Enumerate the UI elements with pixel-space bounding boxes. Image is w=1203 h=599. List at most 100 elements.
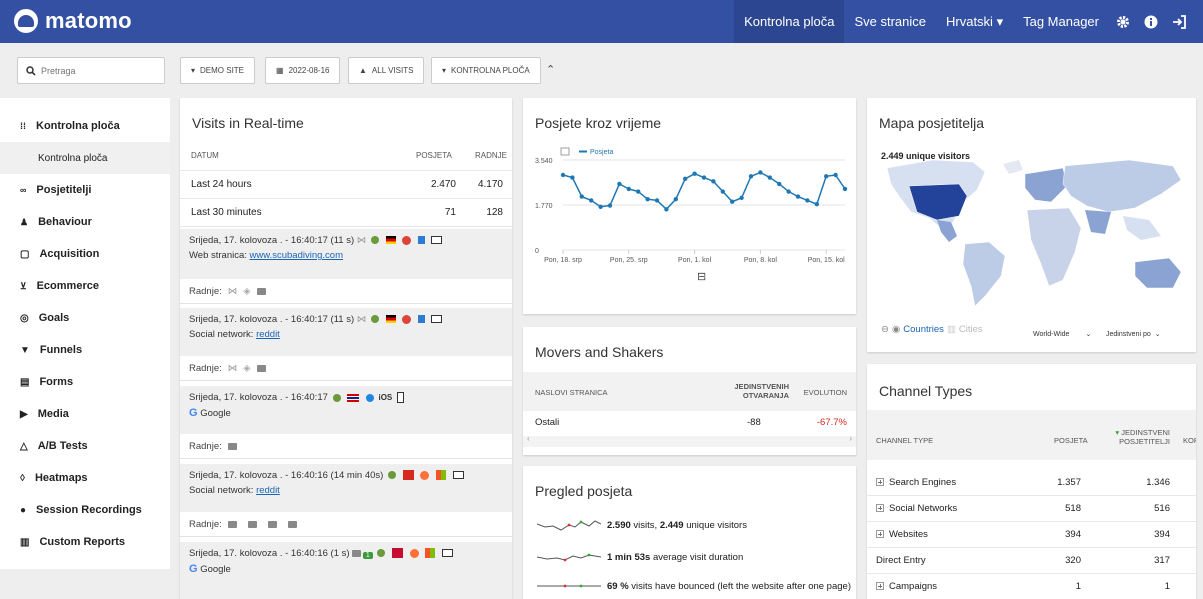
metric-select[interactable]: Jedinstveni po ⌄ — [1106, 326, 1161, 342]
col-channel-type[interactable]: CHANNEL TYPE — [876, 436, 933, 445]
data-point[interactable] — [842, 186, 848, 192]
sidebar-item-ecommerce[interactable]: ⊻ Ecommerce — [0, 270, 170, 302]
data-point[interactable] — [683, 176, 688, 182]
sidebar-item-custom-reports[interactable]: ▥ Custom Reports — [0, 526, 170, 558]
data-point[interactable] — [570, 175, 575, 180]
table-row[interactable]: Websites 394 394 — [867, 522, 1196, 548]
nav-all-websites[interactable]: Sve stranice — [844, 0, 936, 43]
annotation-icon[interactable]: ⊟ — [697, 270, 706, 283]
horizontal-scrollbar[interactable]: ‹ › — [523, 434, 856, 447]
zoom-out-icon[interactable]: ⊖ — [881, 324, 889, 335]
event-icon[interactable]: ◈ — [243, 286, 250, 297]
col-unique-visitors[interactable]: ▾ JEDINSTVENI POSJETITELJI — [1115, 428, 1170, 446]
folder-icon[interactable] — [256, 364, 266, 372]
data-point[interactable] — [795, 194, 801, 199]
visits-line-chart[interactable]: 0 1.770 3.540 Pon, 18. srp Pon, 25. srp Pon, … — [523, 140, 856, 310]
sidebar-item-visitors[interactable]: ∞ Posjetitelji — [0, 174, 170, 206]
col-page-titles[interactable]: NASLOVI STRANICA — [535, 388, 608, 397]
col-conversions[interactable]: KOR — [1183, 436, 1196, 445]
referrer-link[interactable]: reddit — [256, 485, 280, 496]
data-point[interactable] — [607, 203, 613, 208]
outlink-icon[interactable]: ⋈ — [228, 363, 238, 374]
expand-icon[interactable] — [876, 530, 884, 539]
data-point[interactable] — [664, 207, 669, 212]
nav-language[interactable]: Hrvatski ▾ — [936, 0, 1013, 43]
sidebar-item-forms[interactable]: ▤ Forms — [0, 366, 170, 398]
nav-tag-manager[interactable]: Tag Manager — [1013, 0, 1109, 43]
sidebar-item-goals[interactable]: ◎ Goals — [0, 302, 170, 334]
dashboard-selector[interactable]: ▾ KONTROLNA PLOČA — [431, 57, 541, 84]
matomo-logo[interactable]: matomo — [14, 8, 132, 34]
sidebar-item-funnels[interactable]: ▼ Funnels — [0, 334, 170, 366]
table-row[interactable]: Social Networks 518 516 — [867, 496, 1196, 522]
sidebar-item-session-recordings[interactable]: ● Session Recordings — [0, 494, 170, 526]
search-box[interactable] — [17, 57, 165, 84]
expand-icon[interactable] — [876, 504, 884, 513]
col-actions[interactable]: RADNJE — [475, 151, 507, 160]
folder-icon[interactable] — [256, 287, 266, 295]
referrer-link[interactable]: www.scubadiving.com — [250, 250, 343, 261]
data-point[interactable] — [777, 181, 782, 187]
segment-selector[interactable]: ▲ ALL VISITS — [348, 57, 425, 84]
world-map[interactable] — [873, 146, 1192, 311]
sidebar-item-ab-tests[interactable]: △ A/B Tests — [0, 430, 170, 462]
folder-icon[interactable] — [247, 520, 257, 528]
data-point[interactable] — [579, 194, 584, 199]
data-point[interactable] — [786, 189, 791, 194]
sidebar-item-heatmaps[interactable]: ◊ Heatmaps — [0, 462, 170, 494]
data-point[interactable] — [645, 196, 650, 202]
logout-icon[interactable] — [1171, 14, 1187, 30]
folder-icon[interactable] — [227, 520, 237, 528]
col-visits[interactable]: POSJETA — [1054, 436, 1088, 445]
visitor-profile-icon[interactable] — [370, 315, 379, 324]
data-point[interactable] — [636, 189, 641, 194]
data-point[interactable] — [692, 171, 697, 176]
data-point[interactable] — [758, 170, 763, 175]
visit-item[interactable]: Srijeda, 17. kolovoza . - 16:40:17 (11 s… — [180, 308, 512, 356]
visitor-profile-icon[interactable] — [332, 393, 341, 402]
data-point[interactable] — [720, 189, 725, 194]
data-point[interactable] — [701, 175, 707, 180]
sidebar-item-dashboard[interactable]: ⁞⁞ Kontrolna ploča — [0, 110, 170, 142]
data-point[interactable] — [805, 198, 810, 203]
table-row[interactable]: Campaigns 1 1 — [867, 574, 1196, 599]
visitor-profile-icon[interactable] — [377, 549, 386, 558]
data-point[interactable] — [617, 181, 622, 187]
cities-link[interactable]: Cities — [959, 324, 983, 335]
region-select[interactable]: World-Wide ⌄ — [1033, 326, 1091, 342]
visit-item[interactable]: Srijeda, 17. kolovoza . - 16:40:16 (1 s)… — [180, 542, 512, 599]
col-visits[interactable]: POSJETA — [416, 151, 452, 160]
data-point[interactable] — [730, 199, 735, 204]
data-point[interactable] — [626, 186, 631, 192]
data-point[interactable] — [824, 174, 829, 179]
sidebar-item-acquisition[interactable]: ▢ Acquisition — [0, 238, 170, 270]
visitor-profile-icon[interactable] — [387, 471, 396, 480]
gear-icon[interactable] — [1115, 14, 1131, 30]
search-input[interactable] — [41, 65, 151, 76]
info-icon[interactable] — [1143, 14, 1159, 30]
data-point[interactable] — [814, 202, 819, 207]
data-point[interactable] — [673, 196, 678, 202]
folder-icon[interactable] — [267, 520, 277, 528]
scroll-left-icon[interactable]: ‹ — [527, 434, 530, 443]
col-date[interactable]: DATUM — [191, 151, 219, 160]
visit-item[interactable]: Srijeda, 17. kolovoza . - 16:40:17 iOS G… — [180, 386, 512, 434]
table-row[interactable]: Direct Entry 320 317 — [867, 548, 1196, 574]
visit-item[interactable]: Srijeda, 17. kolovoza . - 16:40:17 (11 s… — [180, 229, 512, 279]
visitor-profile-icon[interactable] — [370, 236, 379, 245]
sidebar-item-media[interactable]: ▶ Media — [0, 398, 170, 430]
expand-icon[interactable] — [876, 582, 884, 591]
expand-icon[interactable] — [876, 478, 884, 487]
collapse-icon[interactable]: ⌃ — [546, 63, 555, 76]
site-selector[interactable]: ▾ DEMO SITE — [180, 57, 256, 84]
data-point[interactable] — [767, 175, 772, 180]
data-point[interactable] — [833, 172, 838, 178]
data-point[interactable] — [748, 174, 754, 179]
referrer-link[interactable]: reddit — [256, 329, 280, 340]
data-point[interactable] — [739, 195, 744, 201]
scroll-right-icon[interactable]: › — [849, 434, 852, 443]
sidebar-item-behaviour[interactable]: ♟ Behaviour — [0, 206, 170, 238]
outlink-icon[interactable]: ⋈ — [228, 286, 238, 297]
data-point[interactable] — [589, 198, 594, 203]
countries-link[interactable]: Countries — [903, 324, 944, 335]
